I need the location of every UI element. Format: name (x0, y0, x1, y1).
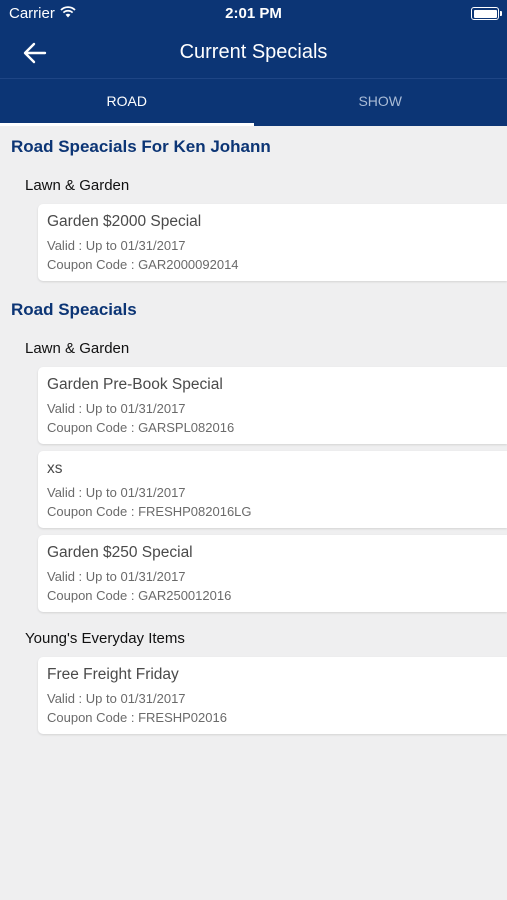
tab-show[interactable]: SHOW (254, 79, 507, 126)
special-card[interactable]: xs Valid : Up to 01/31/2017 Coupon Code … (38, 451, 507, 528)
special-valid: Valid : Up to 01/31/2017 (47, 238, 186, 253)
battery-icon (471, 7, 502, 20)
special-title: Free Freight Friday (47, 666, 179, 683)
special-coupon-code: Coupon Code : GARSPL082016 (47, 420, 235, 435)
special-card[interactable]: Garden Pre-Book Special Valid : Up to 01… (38, 367, 507, 444)
special-card[interactable]: Garden $2000 Special Valid : Up to 01/31… (38, 204, 507, 281)
special-coupon-code: Coupon Code : GAR250012016 (47, 588, 232, 603)
header: Carrier 2:01 PM Current Specials ROAD SH… (0, 0, 507, 126)
special-coupon-code: Coupon Code : FRESHP082016LG (47, 504, 252, 519)
page-title: Current Specials (179, 41, 328, 63)
category-label: Young's Everyday Items (25, 630, 185, 647)
tab-road[interactable]: ROAD (0, 79, 254, 126)
special-card[interactable]: Free Freight Friday Valid : Up to 01/31/… (38, 657, 507, 734)
special-valid: Valid : Up to 01/31/2017 (47, 401, 186, 416)
special-title: xs (47, 460, 63, 477)
section-title: Road Speacials For Ken Johann (11, 137, 271, 156)
section-title: Road Speacials (11, 300, 137, 319)
special-title: Garden Pre-Book Special (47, 376, 223, 393)
status-time: 2:01 PM (225, 5, 282, 22)
special-valid: Valid : Up to 01/31/2017 (47, 691, 186, 706)
special-coupon-code: Coupon Code : FRESHP02016 (47, 710, 227, 725)
special-coupon-code: Coupon Code : GAR2000092014 (47, 257, 239, 272)
nav-bar: Current Specials (0, 28, 507, 78)
special-card[interactable]: Garden $250 Special Valid : Up to 01/31/… (38, 535, 507, 612)
status-bar: Carrier 2:01 PM (0, 0, 507, 28)
special-title: Garden $250 Special (47, 544, 193, 561)
category-label: Lawn & Garden (25, 177, 130, 194)
special-title: Garden $2000 Special (47, 213, 202, 230)
category-label: Lawn & Garden (25, 340, 130, 357)
special-valid: Valid : Up to 01/31/2017 (47, 485, 186, 500)
tab-bar: ROAD SHOW (0, 79, 507, 126)
special-valid: Valid : Up to 01/31/2017 (47, 569, 186, 584)
